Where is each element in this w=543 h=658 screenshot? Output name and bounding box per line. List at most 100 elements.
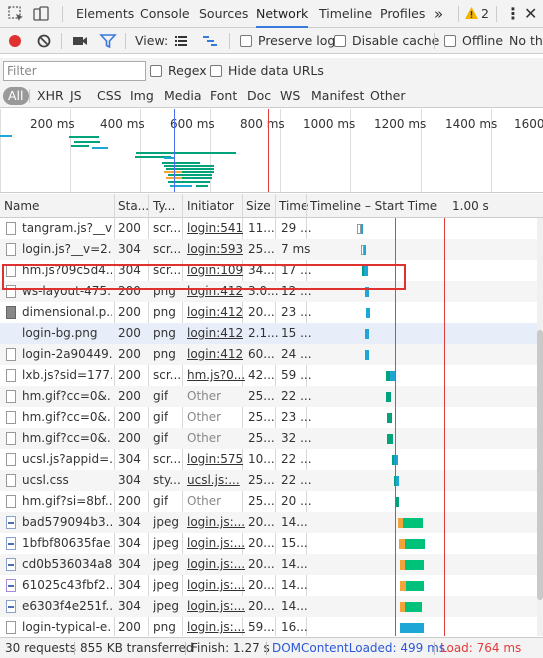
- request-time: 16...: [281, 620, 308, 634]
- overview-tick-label: 800 ms: [240, 117, 285, 131]
- request-initiator[interactable]: login:412: [187, 344, 243, 365]
- request-type: jpeg: [153, 578, 179, 592]
- type-img[interactable]: Img: [130, 84, 154, 108]
- request-status: 200: [118, 347, 141, 361]
- transferred-size: 855 KB transferred: [80, 641, 194, 655]
- table-row[interactable]: hm.gif?cc=0&... 200 gif Other 25... 23 .…: [0, 407, 538, 428]
- filter-input[interactable]: [3, 61, 146, 81]
- request-time: 14...: [281, 578, 308, 592]
- record-icon[interactable]: [6, 32, 24, 50]
- type-js[interactable]: JS: [70, 84, 82, 108]
- request-time: 23 ...: [281, 410, 312, 424]
- request-initiator[interactable]: login.js:...: [187, 533, 245, 554]
- table-row[interactable]: ucsl.js?appid=... 304 scr... login:575 1…: [0, 449, 538, 470]
- load-time: Load: 764 ms: [440, 641, 522, 655]
- type-media[interactable]: Media: [164, 84, 202, 108]
- table-row[interactable]: tangram.js?__v... 200 scr... login:541 1…: [0, 218, 538, 239]
- table-row[interactable]: dimensional.p... 200 png login:412 20...…: [0, 302, 538, 323]
- throttling-select[interactable]: No thro: [509, 28, 543, 54]
- type-xhr[interactable]: XHR: [37, 84, 64, 108]
- inspect-element-icon[interactable]: [7, 5, 25, 23]
- file-icon: [6, 222, 16, 235]
- dom-content-loaded-time: DOMContentLoaded: 499 ms: [272, 641, 446, 655]
- large-rows-icon[interactable]: [172, 32, 190, 50]
- request-initiator[interactable]: login:541: [187, 218, 243, 239]
- regex-checkbox[interactable]: [150, 65, 162, 77]
- device-toolbar-icon[interactable]: [32, 5, 50, 23]
- type-ws[interactable]: WS: [280, 84, 300, 108]
- table-row[interactable]: hm.gif?si=8bf... 200 gif Other 25... 20 …: [0, 491, 538, 512]
- network-overview[interactable]: 200 ms 400 ms 600 ms 800 ms 1000 ms 1200…: [0, 109, 543, 193]
- request-initiator[interactable]: login.js:...: [187, 617, 245, 636]
- table-row[interactable]: ucsl.css 304 sty... ucsl.js:... 25... 22…: [0, 470, 538, 491]
- request-time: 22 ...: [281, 452, 312, 466]
- tab-timeline[interactable]: Timeline: [319, 0, 372, 28]
- table-row[interactable]: hm.gif?cc=0&... 200 gif Other 25... 22 .…: [0, 386, 538, 407]
- table-row[interactable]: login.js?__v=2... 304 scr... login:593 2…: [0, 239, 538, 260]
- table-row[interactable]: 1bfbf80635fae... 304 jpeg login.js:... 2…: [0, 533, 538, 554]
- tab-console[interactable]: Console: [140, 0, 190, 28]
- hide-data-urls-checkbox[interactable]: [210, 65, 222, 77]
- warning-count[interactable]: 2: [481, 0, 489, 28]
- disable-cache-checkbox[interactable]: [334, 35, 346, 47]
- close-devtools-icon[interactable]: ✕: [524, 0, 537, 28]
- hide-data-urls-label: Hide data URLs: [228, 63, 324, 78]
- table-row[interactable]: [0, 210, 538, 218]
- capture-screenshots-icon[interactable]: [71, 32, 89, 50]
- filter-icon[interactable]: [99, 32, 117, 50]
- tab-elements[interactable]: Elements: [76, 0, 134, 28]
- request-time: 7 ms: [281, 242, 311, 256]
- request-initiator[interactable]: login:593: [187, 239, 243, 260]
- request-initiator[interactable]: login.js:...: [187, 596, 245, 617]
- table-row[interactable]: login-2a90449... 200 png login:412 60...…: [0, 344, 538, 365]
- tab-sources[interactable]: Sources: [199, 0, 248, 28]
- overview-tick-label: 200 ms: [30, 117, 75, 131]
- request-type: jpeg: [153, 557, 179, 571]
- offline-checkbox[interactable]: [444, 35, 456, 47]
- type-all[interactable]: All: [3, 87, 29, 105]
- request-status: 200: [118, 410, 141, 424]
- more-tabs-button[interactable]: »: [434, 0, 443, 28]
- request-initiator[interactable]: login:575: [187, 449, 243, 470]
- overview-tick-label: 1000 ms: [303, 117, 356, 131]
- request-time: 14...: [281, 557, 308, 571]
- request-initiator[interactable]: login:412: [187, 323, 243, 344]
- request-initiator[interactable]: login.js:...: [187, 554, 245, 575]
- table-row[interactable]: hm.gif?cc=0&... 200 gif Other 25... 32 .…: [0, 428, 538, 449]
- request-status: 304: [118, 473, 141, 487]
- request-size: 25...: [248, 494, 275, 508]
- preserve-log-checkbox[interactable]: [240, 35, 252, 47]
- type-doc[interactable]: Doc: [247, 84, 271, 108]
- type-css[interactable]: CSS: [97, 84, 122, 108]
- table-row[interactable]: login-typical-e... 200 png login.js:... …: [0, 617, 538, 636]
- table-row[interactable]: cd0b536034a8... 304 jpeg login.js:... 20…: [0, 554, 538, 575]
- request-status: 200: [118, 326, 141, 340]
- table-row[interactable]: 61025c43fbf2... 304 jpeg login.js:... 20…: [0, 575, 538, 596]
- waterfall-bar: [405, 560, 424, 570]
- blank-file-icon: [6, 327, 16, 340]
- tab-network[interactable]: Network: [256, 0, 309, 28]
- customize-menu-icon[interactable]: ⋮: [505, 0, 521, 28]
- request-initiator[interactable]: login.js:...: [187, 575, 245, 596]
- request-name: ucsl.js?appid=...: [22, 452, 112, 466]
- table-row[interactable]: e6303f4e251f... 304 jpeg login.js:... 20…: [0, 596, 538, 617]
- overview-waterfall-icon[interactable]: [201, 32, 219, 50]
- tab-profiles[interactable]: Profiles: [380, 0, 425, 28]
- file-icon: [6, 495, 16, 508]
- request-initiator[interactable]: login:412: [187, 302, 243, 323]
- table-row[interactable]: login-bg.png 200 png login:412 2.1... 15…: [0, 323, 538, 344]
- request-initiator[interactable]: hm.js?0...: [187, 365, 245, 386]
- request-name: 61025c43fbf2...: [22, 578, 112, 592]
- table-scrollbar-thumb[interactable]: [537, 330, 543, 600]
- type-manifest[interactable]: Manifest: [311, 84, 364, 108]
- request-name: bad579094b3...: [22, 515, 112, 529]
- request-count: 30 requests: [5, 641, 76, 655]
- type-font[interactable]: Font: [210, 84, 237, 108]
- table-row[interactable]: bad579094b3... 304 jpeg login.js:... 20.…: [0, 512, 538, 533]
- type-other[interactable]: Other: [370, 84, 406, 108]
- request-initiator[interactable]: login.js:...: [187, 512, 245, 533]
- table-row[interactable]: lxb.js?sid=177... 200 scr... hm.js?0... …: [0, 365, 538, 386]
- warning-icon[interactable]: [464, 6, 479, 20]
- clear-icon[interactable]: [35, 32, 53, 50]
- request-initiator[interactable]: ucsl.js:...: [187, 470, 240, 491]
